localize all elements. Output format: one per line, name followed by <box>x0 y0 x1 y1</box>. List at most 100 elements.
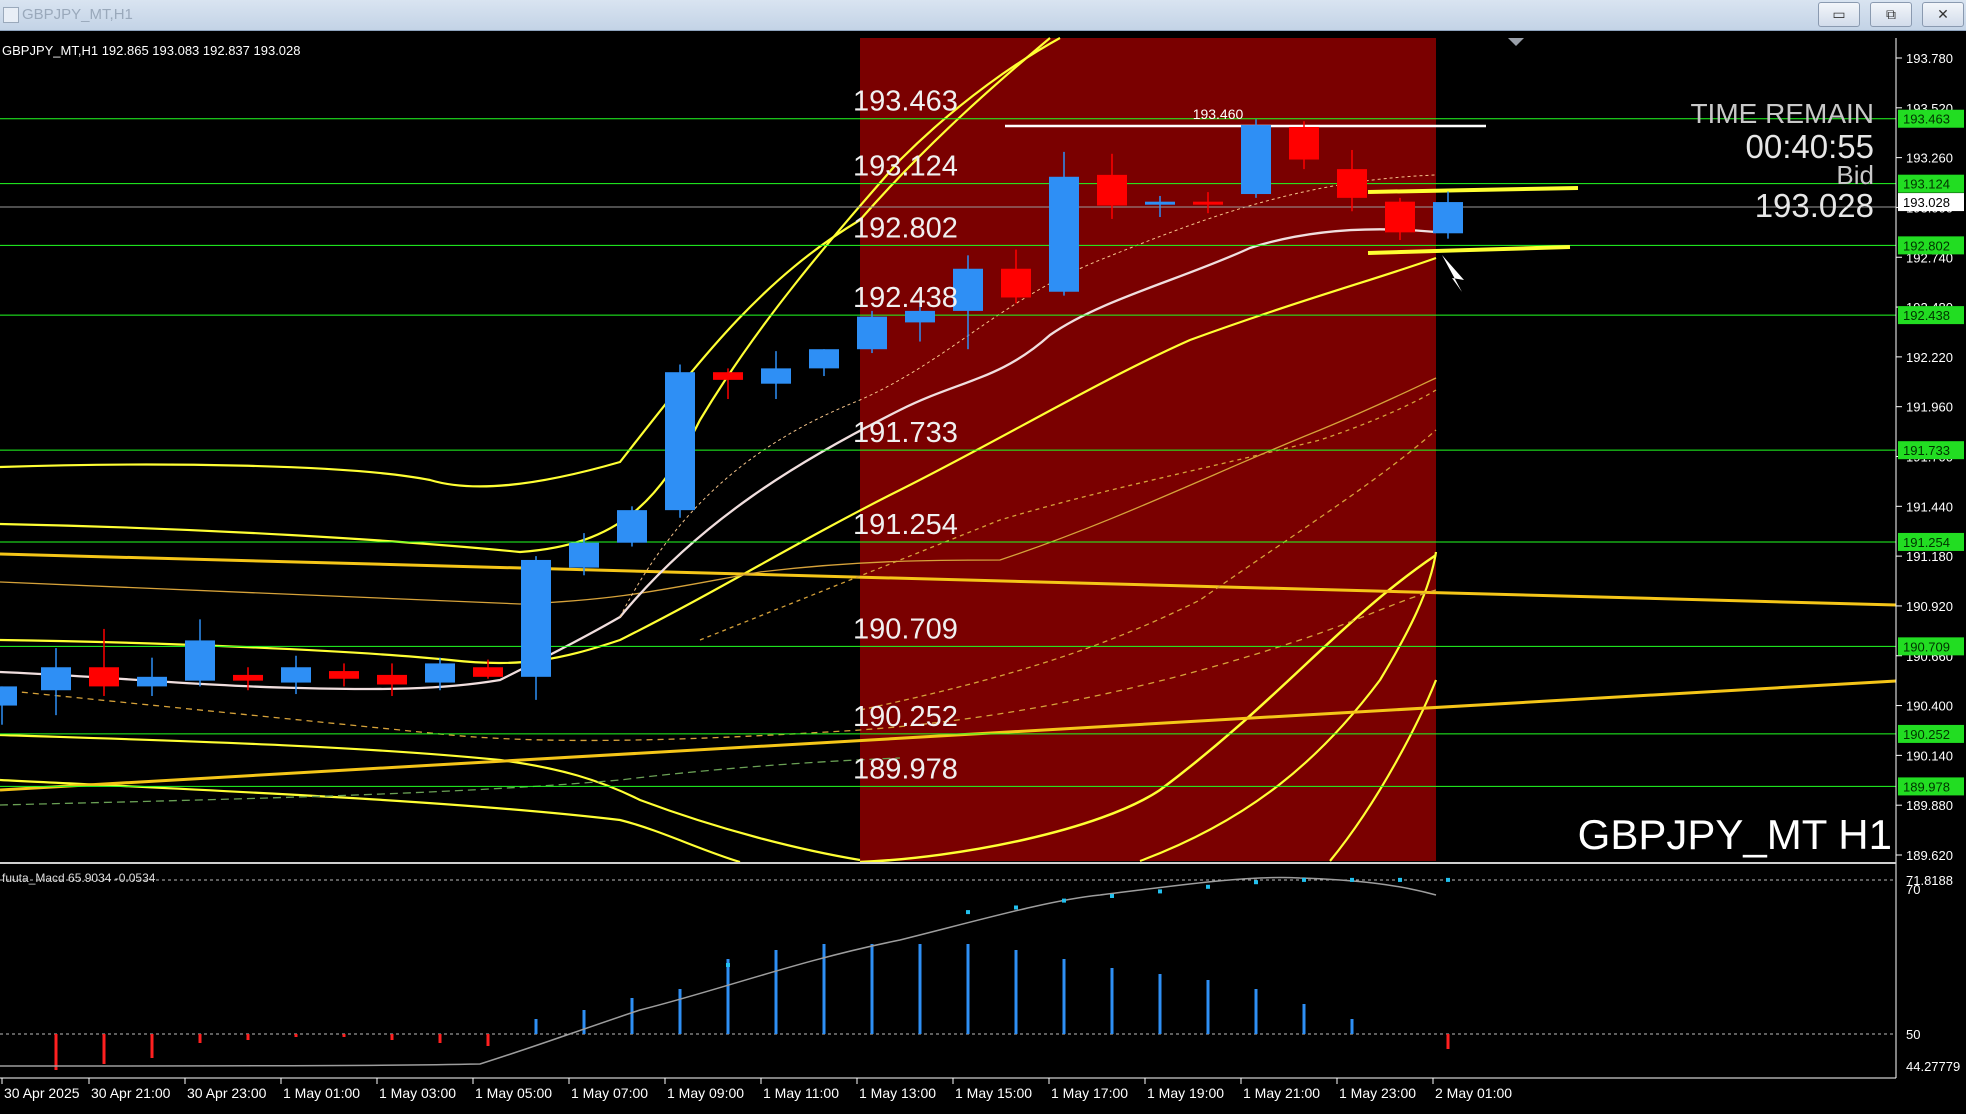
candle-body[interactable] <box>1337 169 1367 198</box>
level-label: 191.733 <box>853 417 958 449</box>
chart-area[interactable]: 193.460 193.463 193.124 192.802 192.438 191.… <box>0 31 1966 1109</box>
price-tick-label: 189.880 <box>1906 798 1953 813</box>
candle-body[interactable] <box>617 510 647 543</box>
candle-body[interactable] <box>233 674 263 681</box>
candle-body[interactable] <box>329 671 359 679</box>
chart-window-icon <box>3 7 19 23</box>
candle-body[interactable] <box>1097 174 1127 206</box>
candle-body[interactable] <box>425 663 455 683</box>
candle-body[interactable] <box>1049 176 1079 292</box>
level-label: 190.709 <box>853 613 958 645</box>
candle-body[interactable] <box>761 368 791 384</box>
price-flag-label: 193.124 <box>1903 177 1950 192</box>
price-flag-label: 193.463 <box>1903 112 1950 127</box>
level-label: 190.252 <box>853 701 958 733</box>
price-flag-label: 191.733 <box>1903 443 1950 458</box>
candle-body[interactable] <box>1385 201 1415 233</box>
macd-signal-dot <box>966 910 970 915</box>
bid-value: 193.028 <box>1755 187 1874 224</box>
price-flag-label: 192.438 <box>1903 308 1950 323</box>
symbol-watermark: GBPJPY_MT H1 <box>1578 811 1892 858</box>
macd-line <box>0 876 1437 1067</box>
candle-body[interactable] <box>41 667 71 691</box>
candle-body[interactable] <box>281 667 311 683</box>
macd-signal-dots <box>726 877 1450 967</box>
time-tick-label: 1 May 11:00 <box>763 1085 839 1101</box>
time-tick-label: 1 May 13:00 <box>859 1085 936 1101</box>
macd-signal-dot <box>1446 877 1450 882</box>
candle-body[interactable] <box>0 686 17 706</box>
price-tick-label: 192.220 <box>1906 350 1953 365</box>
candle-body[interactable] <box>1289 126 1319 160</box>
macd-signal-dot <box>1302 877 1306 882</box>
time-tick-label: 1 May 23:00 <box>1339 1085 1416 1101</box>
price-tick-label: 193.780 <box>1906 51 1953 66</box>
price-flag-label: 190.252 <box>1903 727 1950 742</box>
price-tick-label: 193.260 <box>1906 151 1953 166</box>
time-tick-label: 30 Apr 21:00 <box>91 1085 171 1101</box>
time-tick-label: 1 May 07:00 <box>571 1085 648 1101</box>
time-remain-label: TIME REMAIN <box>1690 98 1874 129</box>
symbol-info: GBPJPY_MT,H1 192.865 193.083 192.837 193… <box>2 43 301 58</box>
time-tick-label: 2 May 01:00 <box>1435 1085 1512 1101</box>
macd-signal-dot <box>1350 877 1354 882</box>
price-tick-label: 190.920 <box>1906 599 1953 614</box>
candle-body[interactable] <box>1193 201 1223 205</box>
price-flag-label: 190.709 <box>1903 639 1950 654</box>
candle-body[interactable] <box>1145 201 1175 205</box>
candle-body[interactable] <box>857 316 887 350</box>
macd-indicator-label: fuuta_Macd 65.9034 -0.0534 <box>2 871 156 885</box>
time-tick-label: 1 May 03:00 <box>379 1085 456 1101</box>
price-flag-label: 192.802 <box>1903 238 1950 253</box>
time-tick-label: 1 May 05:00 <box>475 1085 552 1101</box>
price-tick-label: 191.180 <box>1906 549 1953 564</box>
chart-svg[interactable]: 193.460 193.463 193.124 192.802 192.438 191.… <box>0 31 1966 1109</box>
price-tick-label: 190.140 <box>1906 748 1953 763</box>
macd-axis: 71.8188705044.27779 <box>1906 873 1960 1074</box>
restore-button[interactable]: ⧉ <box>1870 2 1912 27</box>
candle-body[interactable] <box>89 667 119 687</box>
price-flag-label: 191.254 <box>1903 535 1950 550</box>
time-axis[interactable]: 30 Apr 2025 30 Apr 21:00 30 Apr 23:00 1 May… <box>1 1078 1512 1101</box>
macd-axis-label: 44.27779 <box>1906 1059 1960 1074</box>
candle-body[interactable] <box>521 559 551 677</box>
candle-body[interactable] <box>137 676 167 687</box>
candle-body[interactable] <box>1433 202 1463 234</box>
candle-body[interactable] <box>713 372 743 380</box>
window-titlebar[interactable]: GBPJPY_MT,H1 ▭ ⧉ ✕ <box>0 0 1966 31</box>
macd-signal-dot <box>1062 898 1066 903</box>
candle-body[interactable] <box>1241 125 1271 195</box>
macd-signal-dot <box>1206 884 1210 889</box>
time-tick-label: 1 May 15:00 <box>955 1085 1032 1101</box>
price-tick-label: 189.620 <box>1906 848 1953 863</box>
time-tick-label: 30 Apr 2025 <box>4 1085 80 1101</box>
time-tick-label: 1 May 01:00 <box>283 1085 360 1101</box>
candle-body[interactable] <box>185 640 215 681</box>
time-tick-label: 1 May 19:00 <box>1147 1085 1224 1101</box>
macd-histogram <box>54 944 1450 1070</box>
macd-signal-dot <box>726 963 730 967</box>
macd-signal-dot <box>1014 905 1018 910</box>
shift-marker-icon[interactable] <box>1508 38 1524 46</box>
candle-body[interactable] <box>377 674 407 685</box>
candle-body[interactable] <box>1001 268 1031 298</box>
price-tick-label: 191.440 <box>1906 499 1953 514</box>
candle-body[interactable] <box>665 372 695 511</box>
close-button[interactable]: ✕ <box>1922 2 1964 27</box>
level-label: 192.438 <box>853 282 958 314</box>
price-flag-label: 189.978 <box>1903 779 1950 794</box>
candle-body[interactable] <box>809 349 839 369</box>
price-tick-label: 191.960 <box>1906 400 1953 415</box>
candle-body[interactable] <box>569 542 599 568</box>
time-tick-label: 1 May 17:00 <box>1051 1085 1128 1101</box>
macd-signal-dot <box>1254 880 1258 885</box>
macd-signal-dot <box>1158 889 1162 894</box>
minimize-button[interactable]: ▭ <box>1818 2 1860 27</box>
level-label: 191.254 <box>853 509 958 541</box>
level-label: 189.978 <box>853 753 958 785</box>
bid-label: Bid <box>1836 160 1874 190</box>
time-tick-label: 1 May 09:00 <box>667 1085 744 1101</box>
window-title: GBPJPY_MT,H1 <box>22 6 133 23</box>
candle-body[interactable] <box>473 667 503 677</box>
mouse-pointer-icon <box>1442 255 1464 292</box>
